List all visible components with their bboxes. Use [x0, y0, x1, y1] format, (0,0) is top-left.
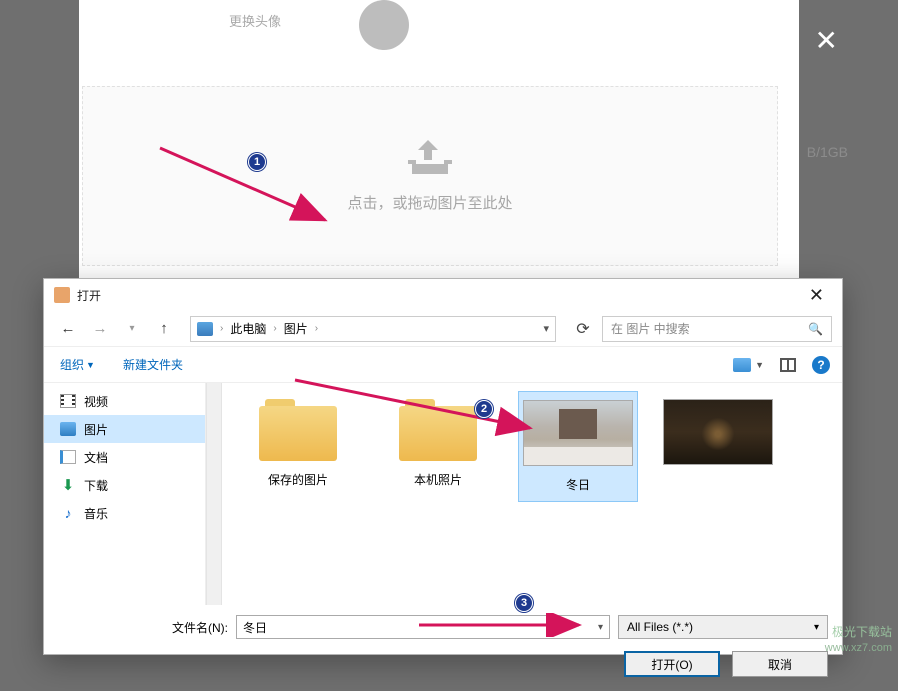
close-icon[interactable]: ✕ [815, 24, 838, 57]
search-input[interactable]: 在 图片 中搜索 🔍 [602, 316, 832, 342]
organize-button[interactable]: 组织▼ [56, 353, 99, 376]
search-placeholder: 在 图片 中搜索 [611, 320, 690, 337]
chevron-right-icon: › [273, 323, 276, 334]
chevron-down-icon: ▾ [814, 622, 819, 633]
folder-icon [399, 399, 477, 461]
filetype-select[interactable]: All Files (*.*)▾ [618, 615, 828, 639]
file-open-dialog: 打开 ✕ ← → ▾ ↑ › 此电脑 › 图片 › ▾ ⟳ 在 图片 中搜索 🔍… [43, 278, 843, 655]
dialog-body: 视频 图片 文档 ⬇下载 ♪音乐 保存的图片 本机照片 冬日 [44, 383, 842, 605]
sidebar-item-music[interactable]: ♪音乐 [44, 499, 205, 527]
upload-dropzone[interactable]: 点击，或拖动图片至此处 [82, 86, 778, 266]
file-item[interactable] [658, 391, 778, 473]
sidebar-item-documents[interactable]: 文档 [44, 443, 205, 471]
chevron-down-icon[interactable]: ▾ [598, 622, 603, 633]
pc-icon [197, 322, 213, 336]
annotation-badge-2: 2 [475, 400, 493, 418]
video-icon [60, 394, 76, 408]
back-button[interactable]: ← [54, 317, 82, 341]
chevron-right-icon: › [220, 323, 223, 334]
storage-label: B/1GB [807, 144, 848, 160]
dialog-footer: 文件名(N): 冬日▾ All Files (*.*)▾ 打开(O) 取消 [44, 605, 842, 691]
breadcrumb[interactable]: › 此电脑 › 图片 › ▾ [190, 316, 556, 342]
folder-icon [259, 399, 337, 461]
recent-dropdown-icon[interactable]: ▾ [118, 317, 146, 341]
image-thumbnail [663, 399, 773, 465]
search-icon: 🔍 [808, 322, 823, 336]
sidebar-item-downloads[interactable]: ⬇下载 [44, 471, 205, 499]
pictures-icon [60, 422, 76, 436]
image-thumbnail [523, 400, 633, 466]
sidebar: 视频 图片 文档 ⬇下载 ♪音乐 [44, 383, 206, 605]
dialog-close-icon[interactable]: ✕ [801, 285, 832, 306]
sidebar-scrollbar[interactable] [206, 383, 222, 605]
sidebar-item-video[interactable]: 视频 [44, 387, 205, 415]
watermark: 极光下载站 www.xz7.com [825, 625, 892, 655]
sidebar-item-pictures[interactable]: 图片 [44, 415, 205, 443]
file-winter[interactable]: 冬日 [518, 391, 638, 502]
preview-pane-button[interactable] [780, 358, 796, 372]
folder-saved-pictures[interactable]: 保存的图片 [238, 391, 358, 496]
refresh-button[interactable]: ⟳ [568, 319, 598, 339]
up-button[interactable]: ↑ [150, 317, 178, 341]
change-avatar-label: 更换头像 [229, 11, 281, 30]
music-icon: ♪ [60, 506, 76, 520]
view-mode-button[interactable]: ▼ [733, 358, 764, 372]
breadcrumb-dropdown-icon[interactable]: ▾ [543, 322, 549, 335]
dialog-toolbar: 组织▼ 新建文件夹 ▼ ? [44, 347, 842, 383]
view-icon [733, 358, 751, 372]
documents-icon [60, 450, 76, 464]
dialog-title: 打开 [77, 287, 801, 304]
annotation-badge-1: 1 [248, 153, 266, 171]
chevron-right-icon: › [315, 323, 318, 334]
annotation-badge-3: 3 [515, 594, 533, 612]
downloads-icon: ⬇ [60, 478, 76, 492]
new-folder-button[interactable]: 新建文件夹 [119, 353, 187, 376]
upload-hint-text: 点击，或拖动图片至此处 [347, 192, 512, 213]
help-icon[interactable]: ? [812, 356, 830, 374]
file-list[interactable]: 保存的图片 本机照片 冬日 [222, 383, 842, 605]
filename-label: 文件名(N): [58, 619, 228, 636]
breadcrumb-root[interactable]: 此电脑 [230, 320, 266, 337]
upload-icon [408, 140, 452, 174]
open-button[interactable]: 打开(O) [624, 651, 720, 677]
dialog-navbar: ← → ▾ ↑ › 此电脑 › 图片 › ▾ ⟳ 在 图片 中搜索 🔍 [44, 311, 842, 347]
cancel-button[interactable]: 取消 [732, 651, 828, 677]
breadcrumb-folder[interactable]: 图片 [284, 320, 308, 337]
dialog-titlebar: 打开 ✕ [44, 279, 842, 311]
filename-input[interactable]: 冬日▾ [236, 615, 610, 639]
avatar-placeholder-icon [359, 0, 409, 50]
forward-button[interactable]: → [86, 317, 114, 341]
app-icon [54, 287, 70, 303]
